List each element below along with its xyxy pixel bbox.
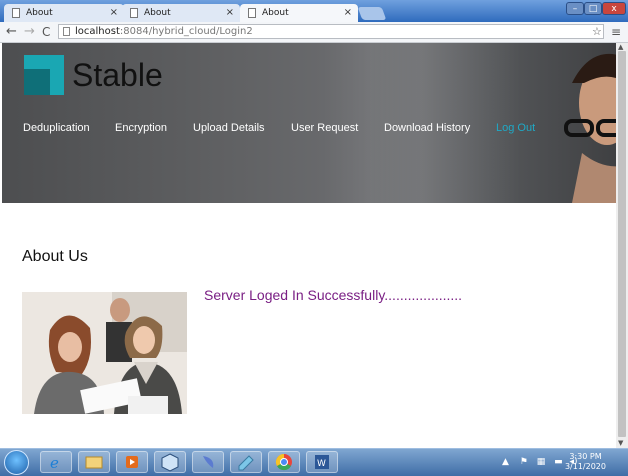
nav-item-deduplication[interactable]: Deduplication [23, 122, 90, 134]
new-tab-button[interactable] [357, 7, 387, 20]
battery-icon[interactable]: ▬ [554, 457, 563, 467]
nav-item-upload-details[interactable]: Upload Details [193, 122, 265, 134]
reload-icon[interactable]: C [42, 22, 50, 42]
svg-text:W: W [317, 459, 326, 469]
url-host: localhost [75, 26, 120, 37]
banner-person-image [564, 54, 616, 203]
nav-item-log-out[interactable]: Log Out [496, 122, 535, 134]
close-window-button[interactable]: x [602, 2, 626, 15]
flag-icon[interactable]: ⚑ [520, 457, 528, 467]
brand-logo[interactable]: Stable [72, 57, 163, 94]
hero-banner: Stable Deduplication Encryption Upload D… [2, 43, 616, 203]
page-title: About Us [22, 248, 88, 265]
clock-time: 3:30 PM [569, 452, 602, 461]
maximize-button[interactable]: □ [584, 2, 602, 15]
scroll-up-arrow-icon[interactable]: ▲ [618, 43, 623, 51]
clock-date: 3/11/2020 [564, 462, 606, 471]
tab-title: About [144, 8, 171, 18]
back-arrow-icon[interactable]: ← [6, 22, 17, 42]
star-icon[interactable]: ☆ [592, 22, 602, 42]
scroll-down-arrow-icon[interactable]: ▼ [618, 439, 623, 447]
show-hidden-icons-icon[interactable]: ▲ [502, 457, 509, 467]
close-tab-icon[interactable]: × [344, 4, 352, 22]
browser-tab-3[interactable]: About × [240, 4, 358, 22]
windows-taskbar: e W ▲ ⚑ ▦ ▬ ◂) 3:30 PM 3/11/2020 [0, 448, 628, 476]
netbeans-icon[interactable] [192, 451, 224, 473]
logo-icon [24, 55, 64, 95]
address-bar[interactable]: localhost:8084/hybrid_cloud/Login2 [58, 24, 604, 39]
page-icon [12, 8, 20, 18]
browser-toolbar: ← → C localhost:8084/hybrid_cloud/Login2… [0, 22, 628, 43]
start-button[interactable] [4, 450, 29, 475]
internet-explorer-icon[interactable]: e [40, 451, 72, 473]
file-explorer-icon[interactable] [78, 451, 110, 473]
minimize-button[interactable]: – [566, 2, 584, 15]
forward-arrow-icon[interactable]: → [24, 22, 35, 42]
network-icon[interactable]: ▦ [537, 457, 546, 467]
close-tab-icon[interactable]: × [110, 4, 118, 22]
word-icon[interactable]: W [306, 451, 338, 473]
menu-icon[interactable]: ≡ [611, 22, 621, 42]
browser-tab-strip: About × About × About × – □ x [0, 0, 628, 22]
taskbar-clock[interactable]: 3:30 PM 3/11/2020 [565, 452, 606, 472]
svg-text:e: e [50, 454, 59, 472]
tab-title: About [262, 8, 289, 18]
url-path: :8084/hybrid_cloud/Login2 [119, 26, 253, 37]
nav-item-user-request[interactable]: User Request [291, 122, 358, 134]
media-player-icon[interactable] [116, 451, 148, 473]
tab-title: About [26, 8, 53, 18]
page-icon [130, 8, 138, 18]
login-success-message: Server Loged In Successfully............… [204, 287, 463, 303]
editor-icon[interactable] [230, 451, 262, 473]
browser-tab-1[interactable]: About × [4, 4, 124, 22]
virtualbox-icon[interactable] [154, 451, 186, 473]
page-icon [248, 8, 256, 18]
scrollbar-thumb[interactable] [618, 51, 626, 437]
chrome-icon[interactable] [268, 451, 300, 473]
page-scrollbar[interactable]: ▲ ▼ [616, 43, 628, 448]
about-photo [22, 292, 187, 414]
nav-item-encryption[interactable]: Encryption [115, 122, 167, 134]
nav-item-download-history[interactable]: Download History [384, 122, 470, 134]
browser-tab-2[interactable]: About × [122, 4, 240, 22]
close-tab-icon[interactable]: × [226, 4, 234, 22]
page-icon [63, 27, 70, 36]
